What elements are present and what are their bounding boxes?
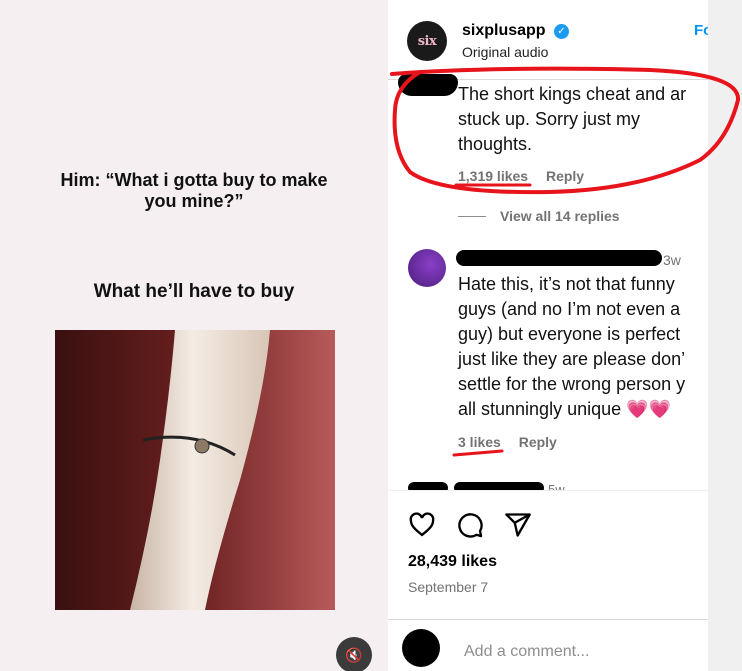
divider bbox=[388, 619, 708, 620]
comments-panel: six sixplusapp ✓ Original audio Fo The s… bbox=[388, 0, 708, 671]
comment-icon[interactable] bbox=[456, 511, 484, 539]
post-header: six sixplusapp ✓ Original audio Fo bbox=[388, 0, 708, 72]
reel-caption-line2: What he’ll have to buy bbox=[93, 281, 295, 302]
add-comment-input[interactable]: Add a comment... bbox=[464, 643, 589, 661]
comment-meta: 1,319 likes Reply bbox=[458, 168, 598, 184]
redacted-avatar bbox=[398, 74, 458, 96]
comment-likes[interactable]: 3 likes bbox=[458, 434, 501, 450]
follow-button[interactable]: Fo bbox=[694, 22, 708, 39]
mute-button[interactable]: 🔇 bbox=[336, 637, 372, 671]
reel-image-bracelet bbox=[55, 330, 335, 610]
account-avatar[interactable]: six bbox=[407, 21, 447, 61]
commenter-avatar[interactable] bbox=[408, 249, 446, 287]
heart-icon[interactable] bbox=[408, 511, 436, 539]
comment-likes[interactable]: 1,319 likes bbox=[458, 168, 528, 184]
speaker-muted-icon: 🔇 bbox=[345, 646, 363, 663]
background-strip bbox=[708, 0, 742, 671]
view-replies-button[interactable]: View all 14 replies bbox=[500, 208, 620, 224]
account-name[interactable]: sixplusapp bbox=[462, 22, 546, 40]
reply-button[interactable]: Reply bbox=[546, 168, 584, 184]
comment-time: 3w bbox=[663, 252, 681, 268]
post-likes[interactable]: 28,439 likes bbox=[408, 553, 497, 571]
reel-video[interactable]: Him: “What i gotta buy to make you mine?… bbox=[0, 0, 388, 671]
redacted-avatar bbox=[402, 629, 440, 667]
post-date[interactable]: September 7 bbox=[408, 579, 488, 595]
comment-text: The short kings cheat and ar stuck up. S… bbox=[458, 84, 687, 154]
reply-button[interactable]: Reply bbox=[519, 434, 557, 450]
post-actions: 28,439 likes September 7 Add a comment..… bbox=[388, 490, 708, 671]
verified-badge-icon: ✓ bbox=[554, 24, 569, 39]
comment-meta: 3 likes Reply bbox=[458, 434, 571, 450]
redacted-username bbox=[456, 250, 662, 266]
audio-link[interactable]: Original audio bbox=[462, 44, 548, 60]
share-icon[interactable] bbox=[504, 511, 532, 539]
reel-caption-line1: Him: “What i gotta buy to make you mine?… bbox=[60, 170, 328, 211]
divider bbox=[458, 216, 486, 217]
comment-text: Hate this, it’s not that funny guys (and… bbox=[458, 274, 686, 419]
